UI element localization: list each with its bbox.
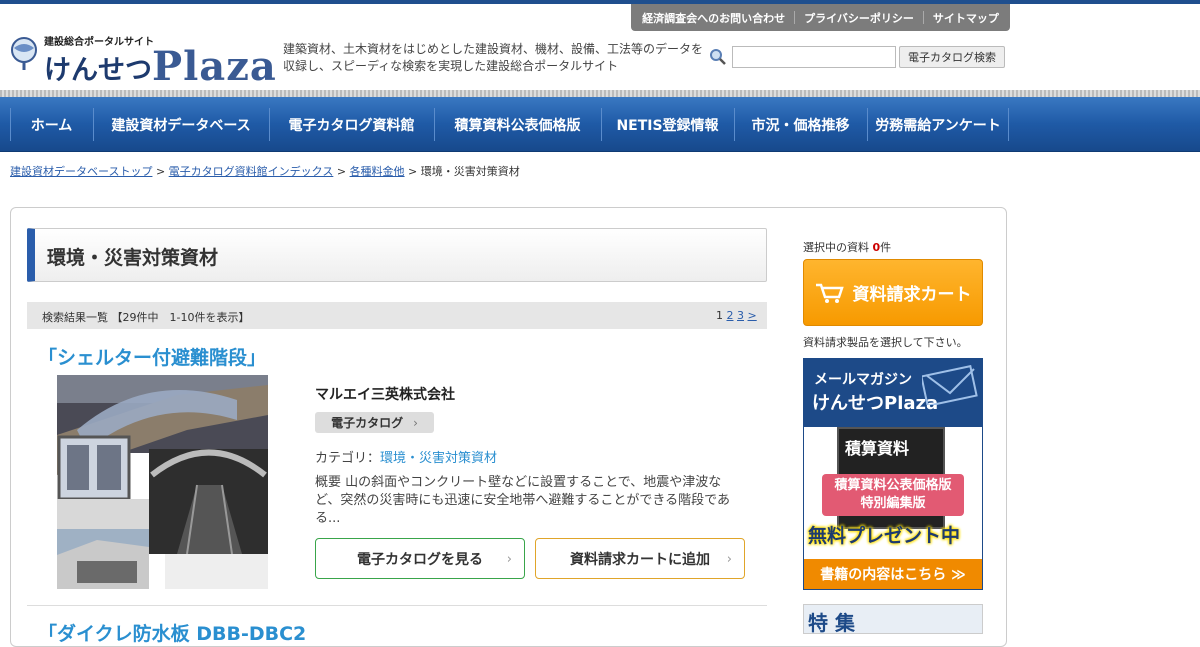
site-tagline: 建築資材、土木資材をはじめとした建設資材、機材、設備、工法等のデータを収録し、ス… [283, 42, 704, 73]
free-present-label: 無料プレゼント中 [808, 525, 961, 547]
utility-links: 経済調査会へのお問い合わせ プライバシーポリシー サイトマップ [631, 4, 1010, 31]
special-edition-line1: 積算資料公表価格版 [834, 478, 952, 493]
page-current: 1 [716, 309, 723, 322]
breadcrumb-catalog-index[interactable]: 電子カタログ資料館インデックス [169, 165, 334, 178]
breadcrumb-sep: > [152, 165, 169, 178]
view-catalog-label: 電子カタログを見る [357, 551, 483, 568]
top-border [0, 0, 1200, 4]
view-catalog-button[interactable]: 電子カタログを見る › [315, 538, 525, 579]
breadcrumb-sep: > [404, 165, 421, 178]
search-input[interactable] [732, 46, 896, 68]
chevron-right-icon: › [413, 415, 418, 430]
nav-labor-survey[interactable]: 労務需給アンケート [868, 97, 1008, 152]
company-name: マルエイ三英株式会社 [315, 387, 455, 403]
product-image[interactable] [57, 375, 268, 589]
pagination: 1 2 3 > [716, 309, 757, 322]
nav-separator [1008, 108, 1009, 141]
envelope-icon [922, 365, 978, 405]
nav-netis[interactable]: NETIS登録情報 [602, 97, 733, 152]
sitemap-link[interactable]: サイトマップ [933, 10, 999, 26]
breadcrumb-db-top[interactable]: 建設資材データベーストップ [10, 165, 152, 178]
separator [794, 11, 796, 24]
add-to-cart-label: 資料請求カートに追加 [570, 551, 710, 568]
nav-price-edition[interactable]: 積算資料公表価格版 [435, 97, 600, 152]
cart-note: 資料請求製品を選択して下さい。 [803, 336, 968, 349]
nav-stripe [0, 90, 1200, 97]
search-icon [710, 49, 726, 65]
request-cart-button[interactable]: 資料請求カート [803, 259, 983, 326]
category-label: カテゴリ： [315, 451, 381, 466]
page-title: 環境・災害対策資材 [47, 247, 219, 269]
book-title: 積算資料 [845, 439, 910, 458]
mag-line2: けんせつPlaza [812, 393, 939, 414]
nav-materials-database[interactable]: 建設資材データベース [94, 97, 268, 152]
chevron-right-icon: › [506, 552, 512, 567]
category-line: カテゴリ：環境・災害対策資材 [315, 447, 497, 466]
divider [27, 605, 767, 606]
chevron-right-icon: › [726, 552, 732, 567]
cart-icon [815, 283, 844, 303]
selected-suffix: 件 [880, 241, 892, 254]
mail-magazine-banner[interactable]: メールマガジン けんせつPlaza 積算資料 積算資料公表価格版 特別編集版 無料… [803, 358, 983, 590]
category-link[interactable]: 環境・災害対策資材 [380, 451, 497, 466]
results-summary: 検索結果一覧 【29件中 1-10件を表示】 [42, 311, 250, 324]
next-page-link[interactable]: > [748, 309, 757, 322]
page-3-link[interactable]: 3 [737, 309, 744, 322]
add-to-cart-button[interactable]: 資料請求カートに追加 › [535, 538, 745, 579]
breadcrumb-sep: > [333, 165, 350, 178]
separator [922, 11, 924, 24]
selected-count-text: 選択中の資料 0件 [803, 239, 891, 255]
request-cart-label: 資料請求カート [852, 285, 972, 305]
product-title-link[interactable]: 「シェルター付避難階段」 [38, 343, 266, 370]
nav-home[interactable]: ホーム [11, 97, 92, 152]
logo-jp: けんせつ [44, 55, 152, 86]
book-details-link: 書籍の内容はこちら ≫ [804, 559, 982, 589]
product-title-link[interactable]: 「ダイクレ防水板 DBB-DBC2 [38, 619, 306, 646]
nav-market-prices[interactable]: 市況・価格推移 [735, 97, 866, 152]
logo-globe-icon[interactable] [10, 34, 40, 72]
catalog-search-button[interactable]: 電子カタログ検索 [899, 46, 1005, 68]
contact-link[interactable]: 経済調査会へのお問い合わせ [642, 10, 785, 26]
breadcrumb-misc[interactable]: 各種料金他 [350, 165, 405, 178]
e-catalog-tag[interactable]: 電子カタログ › [315, 412, 434, 433]
breadcrumb: 建設資材データベーストップ > 電子カタログ資料館インデックス > 各種料金他 … [10, 163, 520, 179]
nav-e-catalog-library[interactable]: 電子カタログ資料館 [270, 97, 433, 152]
site-logo[interactable]: けんせつPlaza [44, 42, 277, 90]
logo-en: Plaza [152, 43, 277, 90]
special-edition-line2: 特別編集版 [860, 496, 926, 511]
product-summary: 概要 山の斜面やコンクリート壁などに設置することで、地震や津波など、突然の災害時… [315, 475, 730, 526]
breadcrumb-current: 環境・災害対策資材 [420, 165, 520, 178]
selected-prefix: 選択中の資料 [803, 241, 873, 254]
page-2-link[interactable]: 2 [727, 309, 734, 322]
mag-line1: メールマガジン [814, 372, 912, 388]
e-catalog-tag-label: 電子カタログ [331, 416, 404, 430]
selected-count: 0 [872, 241, 881, 254]
special-edition-label: 積算資料公表価格版 特別編集版 [822, 474, 964, 516]
privacy-policy-link[interactable]: プライバシーポリシー [804, 10, 914, 26]
